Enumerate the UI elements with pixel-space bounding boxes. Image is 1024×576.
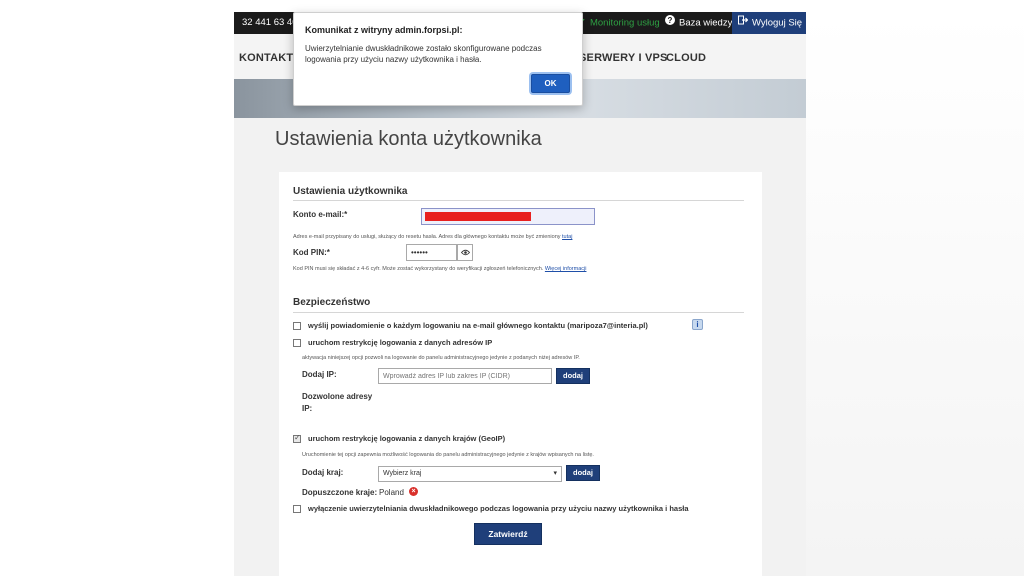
section-divider [293, 200, 744, 201]
pin-help-link[interactable]: Więcej informacji [545, 266, 587, 272]
ip-help-text: aktywacja niniejszej opcji pozwoli na lo… [302, 355, 580, 361]
country-select-value: Wybierz kraj [383, 470, 422, 477]
add-ip-label: Dodaj IP: [302, 370, 337, 379]
knowledge-base-link[interactable]: ? Baza wiedzy [665, 12, 732, 34]
logout-icon [738, 12, 749, 34]
background-left [0, 12, 234, 576]
chevron-down-icon: ▾ [553, 470, 557, 477]
remove-country-icon[interactable]: × [409, 487, 418, 496]
pin-field[interactable]: •••••• [406, 244, 457, 261]
info-icon[interactable]: i [692, 319, 703, 330]
show-pin-button[interactable] [457, 244, 473, 261]
page-title: Ustawienia konta użytkownika [275, 128, 542, 150]
allowed-countries-label: Dopuszczone kraje: [302, 488, 378, 497]
phone-number: 32 441 63 46 [242, 17, 298, 28]
geoip-checkbox[interactable] [293, 433, 301, 443]
notify-label: wyślij powiadomienie o każdym logowaniu … [308, 321, 648, 330]
disable-2fa-checkbox[interactable] [293, 505, 301, 513]
question-circle-icon: ? [665, 12, 675, 34]
add-country-label: Dodaj kraj: [302, 468, 344, 477]
email-help-link[interactable]: tutaj [562, 234, 572, 240]
logout-label: Wyloguj Się [752, 17, 803, 29]
pin-help-text: Kod PIN musi się składać z 4-6 cyfr. Moż… [293, 266, 586, 272]
eye-icon [460, 249, 470, 256]
pin-help: Kod PIN musi się składać z 4-6 cyfr. Moż… [293, 266, 544, 272]
allowed-ip-label: Dozwolone adresy [302, 392, 373, 401]
nav-item-servers-vps[interactable]: SERWERY I VPS [579, 52, 668, 64]
email-redaction [425, 212, 531, 221]
disable-2fa-label: wyłączenie uwierzytelniania dwuskładniko… [308, 504, 689, 513]
section-divider [293, 312, 744, 313]
monitoring-label: Monitoring usług [589, 17, 660, 29]
allowed-ip-label-2: IP: [302, 404, 313, 413]
main-content: Ustawienia konta użytkownika Ustawienia … [234, 118, 806, 576]
user-settings-title: Ustawienia użytkownika [293, 186, 408, 197]
monitoring-link[interactable]: ✓Monitoring usług [578, 12, 660, 34]
ip-input[interactable] [378, 368, 552, 384]
nav-item-cloud[interactable]: CLOUD [666, 52, 706, 64]
email-help: Adres e-mail przypisany do usługi, służą… [293, 234, 561, 240]
dialog-title: Komunikat z witryny admin.forpsi.pl: [305, 25, 463, 35]
email-label: Konto e-mail:* [293, 210, 348, 219]
geoip-label: uruchom restrykcję logowania z danych kr… [308, 434, 506, 443]
background-right [806, 12, 1024, 576]
notify-checkbox[interactable] [293, 322, 301, 330]
email-help-text: Adres e-mail przypisany do usługi, służą… [293, 234, 572, 240]
country-select[interactable]: Wybierz kraj ▾ [378, 466, 562, 482]
email-field[interactable] [421, 208, 595, 225]
dialog-ok-button[interactable]: OK [531, 74, 570, 93]
settings-panel: Ustawienia użytkownika Konto e-mail:* Ad… [279, 172, 762, 576]
dialog-message: Uwierzytelnianie dwuskładnikowe zostało … [305, 44, 542, 64]
alert-dialog: Komunikat z witryny admin.forpsi.pl: Uwi… [293, 12, 583, 106]
pin-label: Kod PIN:* [293, 248, 330, 257]
svg-text:?: ? [668, 16, 673, 25]
add-ip-button[interactable]: dodaj [556, 368, 590, 384]
ip-restrict-label: uruchom restrykcję logowania z danych ad… [308, 338, 493, 347]
geoip-help-text: Uruchomienie tej opcji zapewnia możliwoś… [302, 452, 594, 458]
nav-item-contacts[interactable]: KONTAKTY [239, 52, 301, 64]
security-title: Bezpieczeństwo [293, 297, 371, 308]
allowed-country-value: Poland [379, 488, 404, 497]
submit-button[interactable]: Zatwierdź [474, 523, 542, 545]
knowledge-base-label: Baza wiedzy [679, 17, 733, 29]
add-country-button[interactable]: dodaj [566, 465, 600, 481]
ip-restrict-checkbox[interactable] [293, 339, 301, 347]
logout-button[interactable]: Wyloguj Się [732, 12, 806, 34]
